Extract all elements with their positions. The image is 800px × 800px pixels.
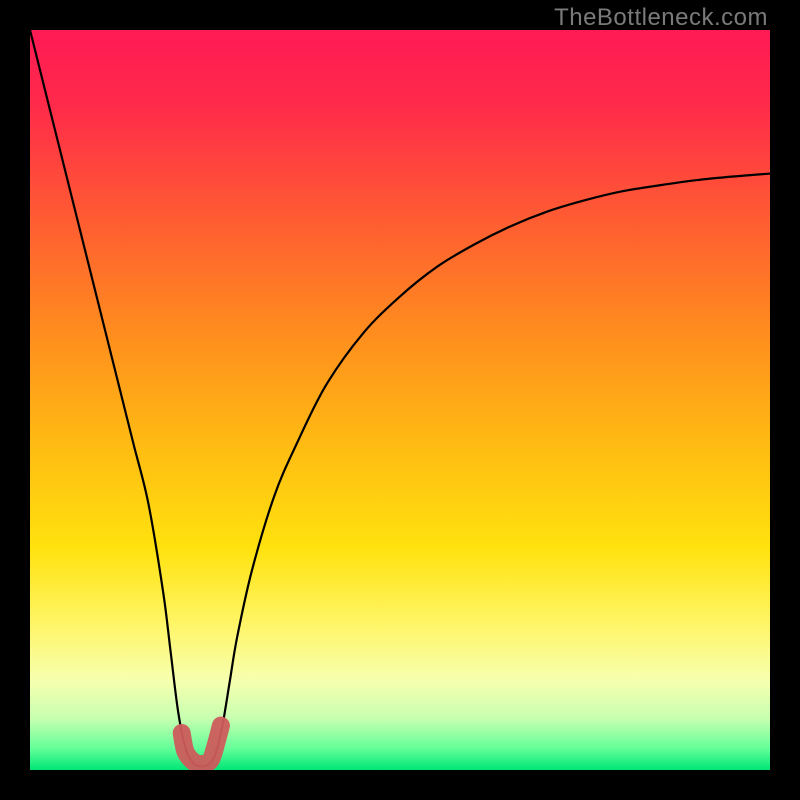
chart-frame xyxy=(30,30,770,770)
watermark-text: TheBottleneck.com xyxy=(554,4,768,32)
bottleneck-chart xyxy=(30,30,770,770)
